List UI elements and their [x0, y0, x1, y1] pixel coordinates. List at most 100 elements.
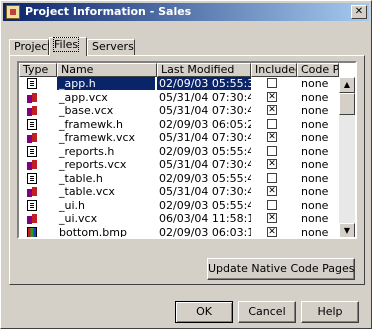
close-button[interactable]: ✕ [351, 5, 367, 19]
class-library-icon [27, 186, 37, 197]
file-row[interactable]: _framewk.h 02/09/03 06:05:24... none [19, 118, 339, 131]
included-checkbox[interactable]: ✕ [267, 159, 277, 169]
included-cell: ✕ [265, 104, 279, 117]
tab-servers[interactable]: Servers [87, 39, 135, 55]
file-row[interactable]: _reports.vcx 05/31/04 07:30:40... ✕ none [19, 158, 339, 171]
code-page: none [301, 212, 329, 225]
included-checkbox[interactable] [267, 199, 277, 210]
file-name: _table.vcx [59, 185, 115, 198]
type-cell [25, 158, 39, 171]
included-cell [265, 172, 279, 185]
file-row[interactable]: _table.vcx 05/31/04 07:30:40... ✕ none [19, 185, 339, 198]
code-page: none [301, 225, 329, 239]
last-modified: 02/09/03 05:55:40... [159, 144, 251, 158]
last-modified: 02/09/03 05:55:40... [159, 171, 251, 185]
class-library-icon [27, 159, 37, 170]
type-cell [25, 172, 39, 185]
help-button[interactable]: Help [301, 301, 359, 323]
title-bar: Project Information - Sales ✕ [3, 3, 369, 21]
last-modified: 05/31/04 07:30:40... [159, 158, 251, 171]
included-checkbox[interactable]: ✕ [267, 213, 277, 223]
code-page: none [301, 117, 329, 131]
cancel-button[interactable]: Cancel [238, 301, 296, 323]
included-checkbox[interactable] [267, 145, 277, 156]
last-modified: 02/09/03 05:55:40... [159, 198, 251, 212]
header-file-icon [27, 172, 37, 184]
file-row[interactable]: _app.h02/09/03 05:55:30... none [19, 77, 339, 90]
type-cell [25, 199, 39, 212]
column-header-included[interactable]: Included [251, 63, 297, 77]
vertical-scrollbar[interactable]: ▲ ▼ [339, 77, 355, 237]
last-modified: 05/31/04 07:30:40... [159, 185, 251, 198]
column-header-name[interactable]: Name [57, 63, 157, 77]
class-library-icon [27, 91, 37, 103]
header-file-icon [27, 118, 37, 130]
tab-files-label: Files [52, 37, 80, 52]
file-name: _ui.h [59, 198, 85, 212]
tab-files[interactable]: Files [49, 37, 87, 56]
list-body: _app.h02/09/03 05:55:30... none _app.vcx 05… [19, 77, 339, 239]
included-cell [265, 77, 279, 90]
included-checkbox[interactable]: ✕ [267, 91, 277, 102]
file-row[interactable]: bottom.bmp 02/09/03 06:03:12... ✕ none [19, 225, 339, 239]
type-cell [25, 77, 39, 90]
type-cell [25, 118, 39, 131]
file-row[interactable]: _base.vcx 05/31/04 07:30:40... ✕ none [19, 104, 339, 117]
file-name: _ui.vcx [59, 212, 98, 225]
column-header-code-page[interactable]: Code Page [297, 63, 339, 77]
included-checkbox[interactable] [267, 118, 277, 129]
type-cell [25, 104, 39, 117]
included-checkbox[interactable]: ✕ [267, 105, 277, 115]
included-checkbox[interactable]: ✕ [267, 226, 277, 237]
header-file-icon [27, 78, 37, 89]
update-native-code-pages-button[interactable]: Update Native Code Pages [207, 258, 355, 280]
code-page: none [301, 104, 329, 117]
project-icon [6, 5, 20, 19]
code-page: none [301, 171, 329, 185]
scroll-up-button[interactable]: ▲ [339, 77, 355, 93]
file-row[interactable]: _ui.h 02/09/03 05:55:40... none [19, 199, 339, 212]
code-page: none [301, 144, 329, 158]
last-modified: 06/03/04 11:58:14... [159, 212, 251, 225]
class-library-icon [27, 213, 37, 224]
last-modified: 02/09/03 05:55:30... [157, 77, 251, 90]
type-cell [25, 145, 39, 158]
scroll-thumb[interactable] [339, 93, 355, 115]
file-row[interactable]: _framewk.vcx 05/31/04 07:30:40... ✕ none [19, 131, 339, 144]
class-library-icon [27, 132, 37, 143]
file-name: _framewk.h [59, 117, 123, 131]
tab-project[interactable]: Project [9, 39, 52, 55]
included-checkbox[interactable] [267, 172, 277, 183]
column-header-last-modified[interactable]: Last Modified [157, 63, 251, 77]
file-row[interactable]: _reports.h 02/09/03 05:55:40... none [19, 145, 339, 158]
included-cell: ✕ [265, 226, 279, 238]
file-row[interactable]: _app.vcx 05/31/04 07:30:40... ✕ none [19, 91, 339, 104]
file-name: _base.vcx [59, 104, 114, 117]
scroll-down-button[interactable]: ▼ [339, 223, 355, 237]
last-modified: 02/09/03 06:05:24... [159, 117, 251, 131]
included-checkbox[interactable] [267, 78, 277, 88]
header-file-icon [27, 145, 37, 157]
type-cell [25, 185, 39, 198]
type-cell [25, 226, 39, 237]
ok-button[interactable]: OK [175, 301, 233, 323]
bitmap-file-icon [27, 226, 37, 237]
project-information-dialog: Project Information - Sales ✕ Project Fi… [0, 0, 372, 329]
window-title: Project Information - Sales [25, 5, 192, 18]
tab-project-label: Project [14, 40, 52, 53]
included-cell [265, 145, 279, 158]
included-checkbox[interactable]: ✕ [267, 186, 277, 196]
file-name: _app.h [57, 77, 155, 90]
included-cell: ✕ [265, 212, 279, 225]
code-page: none [301, 77, 329, 90]
file-row[interactable]: _table.h 02/09/03 05:55:40... none [19, 172, 339, 185]
files-list[interactable]: Type Name Last Modified Included Code Pa… [17, 61, 357, 239]
included-cell: ✕ [265, 131, 279, 144]
list-header: Type Name Last Modified Included Code Pa… [19, 63, 339, 77]
column-header-type[interactable]: Type [19, 63, 57, 77]
file-row[interactable]: _ui.vcx 06/03/04 11:58:14... ✕ none [19, 212, 339, 225]
file-name: _table.h [59, 171, 103, 185]
file-name: _reports.vcx [59, 158, 127, 171]
last-modified: 02/09/03 06:03:12... [159, 225, 251, 239]
included-checkbox[interactable]: ✕ [267, 132, 277, 142]
